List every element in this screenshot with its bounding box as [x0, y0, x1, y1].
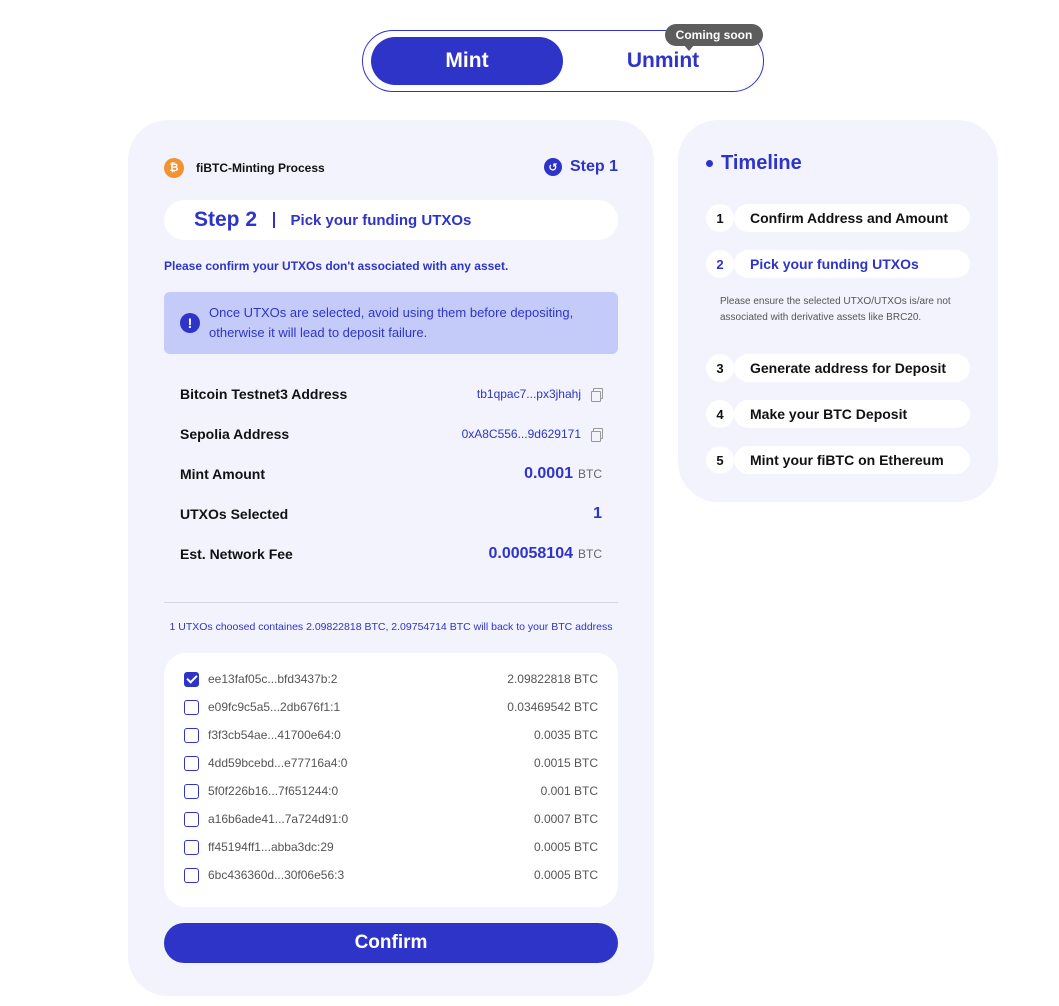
info-label: Mint Amount [180, 466, 266, 482]
utxo-checkbox[interactable] [184, 755, 199, 771]
utxo-checkbox[interactable] [184, 671, 199, 687]
copy-icon[interactable] [591, 428, 603, 442]
bitcoin-icon: ₿ [164, 158, 184, 178]
timeline-item: 4 Make your BTC Deposit [706, 400, 970, 428]
timeline-title: Timeline [721, 152, 802, 174]
utxo-id: 5f0f226b16...7f651244:0 [208, 784, 339, 798]
timeline-step-number: 4 [706, 400, 734, 428]
timeline-step-label: Confirm Address and Amount [734, 204, 970, 232]
utxo-checkbox[interactable] [184, 867, 199, 883]
timeline-item: 1 Confirm Address and Amount [706, 204, 970, 232]
btc-address[interactable]: tb1qpac7...px3jhahj [477, 387, 581, 401]
utxo-id: e09fc9c5a5...2db676f1:1 [208, 700, 341, 714]
warning-icon: ! [180, 313, 200, 333]
info-label: UTXOs Selected [180, 506, 289, 522]
step-number: Step 2 [194, 208, 258, 231]
utxo-amount: 0.03469542 BTC [507, 700, 598, 714]
utxo-amount: 0.0005 BTC [533, 840, 598, 854]
timeline-card: Timeline 1 Confirm Address and Amount 2 … [678, 120, 998, 502]
timeline-step-label: Make your BTC Deposit [734, 400, 970, 428]
timeline-item: 3 Generate address for Deposit [706, 354, 970, 382]
utxo-id: ff45194ff1...abba3dc:29 [208, 840, 334, 854]
info-row-btc-address: Bitcoin Testnet3 Address tb1qpac7...px3j… [180, 382, 603, 406]
utxo-row[interactable]: 6bc436360d...30f06e56:3 0.0005 BTC [184, 866, 598, 884]
utxo-warning-alert: ! Once UTXOs are selected, avoid using t… [164, 292, 618, 354]
confirm-note: Please confirm your UTXOs don't associat… [164, 259, 509, 273]
utxo-id: 6bc436360d...30f06e56:3 [208, 868, 345, 882]
utxo-row[interactable]: 4dd59bcebd...e77716a4:0 0.0015 BTC [184, 754, 598, 772]
info-row-sepolia-address: Sepolia Address 0xA8C556...9d629171 [180, 422, 603, 446]
step-divider [273, 212, 275, 228]
utxo-checkbox[interactable] [184, 839, 199, 855]
info-value: tb1qpac7...px3jhahj [477, 387, 603, 402]
timeline-step-label: Mint your fiBTC on Ethereum [734, 446, 970, 474]
utxo-amount: 0.0005 BTC [533, 868, 598, 882]
timeline-step-number: 2 [706, 250, 734, 278]
utxo-id: 4dd59bcebd...e77716a4:0 [208, 756, 348, 770]
step-title: Pick your funding UTXOs [290, 211, 472, 229]
info-label: Bitcoin Testnet3 Address [180, 386, 348, 402]
info-row-mint-amount: Mint Amount 0.0001 BTC [180, 462, 602, 486]
step-link-label: Step 1 [569, 158, 618, 175]
utxo-row[interactable]: a16b6ade41...7a724d91:0 0.0007 BTC [184, 810, 598, 828]
info-value: 1 [593, 505, 602, 523]
info-row-utxos-selected: UTXOs Selected 1 [180, 502, 602, 526]
utxo-row[interactable]: e09fc9c5a5...2db676f1:1 0.03469542 BTC [184, 698, 598, 716]
timeline-header: Timeline [706, 152, 802, 175]
utxo-list: ee13faf05c...bfd3437b:2 2.09822818 BTC e… [164, 653, 618, 907]
bullet-icon [706, 160, 713, 167]
utxos-selected-value: 1 [593, 505, 602, 522]
unit-label: BTC [578, 547, 602, 561]
network-fee-value: 0.00058104 [488, 545, 573, 562]
utxo-row[interactable]: f3f3cb54ae...41700e64:0 0.0035 BTC [184, 726, 598, 744]
mint-tab[interactable]: Mint [371, 37, 563, 85]
timeline-step-number: 3 [706, 354, 734, 382]
alert-text: Once UTXOs are selected, avoid using the… [209, 305, 574, 340]
utxo-id: ee13faf05c...bfd3437b:2 [208, 672, 338, 686]
timeline-step-label: Pick your funding UTXOs [734, 250, 970, 278]
timeline-item-active: 2 Pick your funding UTXOs [706, 250, 970, 278]
utxo-checkbox[interactable] [184, 783, 199, 799]
confirm-button[interactable]: Confirm [164, 923, 618, 963]
utxo-amount: 0.0015 BTC [533, 756, 598, 770]
timeline-step-number: 5 [706, 446, 734, 474]
back-arrow-icon: ↺ [543, 158, 562, 176]
utxo-amount: 0.001 BTC [540, 784, 598, 798]
utxo-row[interactable]: ee13faf05c...bfd3437b:2 2.09822818 BTC [184, 670, 598, 688]
process-header: ₿ fiBTC-Minting Process [164, 158, 325, 178]
utxo-checkbox[interactable] [184, 727, 199, 743]
timeline-item: 5 Mint your fiBTC on Ethereum [706, 446, 970, 474]
utxo-checkbox[interactable] [184, 811, 199, 827]
info-value: 0.0001 BTC [524, 465, 602, 483]
utxo-row[interactable]: 5f0f226b16...7f651244:0 0.001 BTC [184, 782, 598, 800]
step-header: Step 2 Pick your funding UTXOs [164, 200, 618, 240]
back-to-step-1-link[interactable]: ↺ Step 1 [543, 158, 618, 176]
sepolia-address[interactable]: 0xA8C556...9d629171 [462, 427, 581, 441]
utxo-id: a16b6ade41...7a724d91:0 [208, 812, 349, 826]
info-value: 0xA8C556...9d629171 [462, 427, 603, 442]
timeline-step-label: Generate address for Deposit [734, 354, 970, 382]
process-title: fiBTC-Minting Process [196, 161, 325, 175]
utxo-amount: 0.0007 BTC [533, 812, 598, 826]
minting-process-card: ₿ fiBTC-Minting Process ↺ Step 1 Step 2 … [128, 120, 654, 996]
mint-amount-value: 0.0001 [524, 465, 573, 482]
divider [164, 602, 618, 603]
timeline-note: Please ensure the selected UTXO/UTXOs is… [720, 296, 951, 323]
copy-icon[interactable] [591, 388, 603, 402]
info-value: 0.00058104 BTC [488, 545, 602, 563]
utxo-change-note: 1 UTXOs choosed containes 2.09822818 BTC… [169, 621, 613, 633]
utxo-amount: 0.0035 BTC [533, 728, 598, 742]
utxo-amount: 2.09822818 BTC [507, 672, 598, 686]
unit-label: BTC [578, 467, 602, 481]
utxo-checkbox[interactable] [184, 699, 199, 715]
coming-soon-badge: Coming soon [665, 24, 763, 51]
timeline-step-number: 1 [706, 204, 734, 232]
info-label: Est. Network Fee [180, 546, 293, 562]
info-label: Sepolia Address [180, 426, 290, 442]
info-row-network-fee: Est. Network Fee 0.00058104 BTC [180, 542, 602, 566]
utxo-id: f3f3cb54ae...41700e64:0 [208, 728, 341, 742]
utxo-row[interactable]: ff45194ff1...abba3dc:29 0.0005 BTC [184, 838, 598, 856]
